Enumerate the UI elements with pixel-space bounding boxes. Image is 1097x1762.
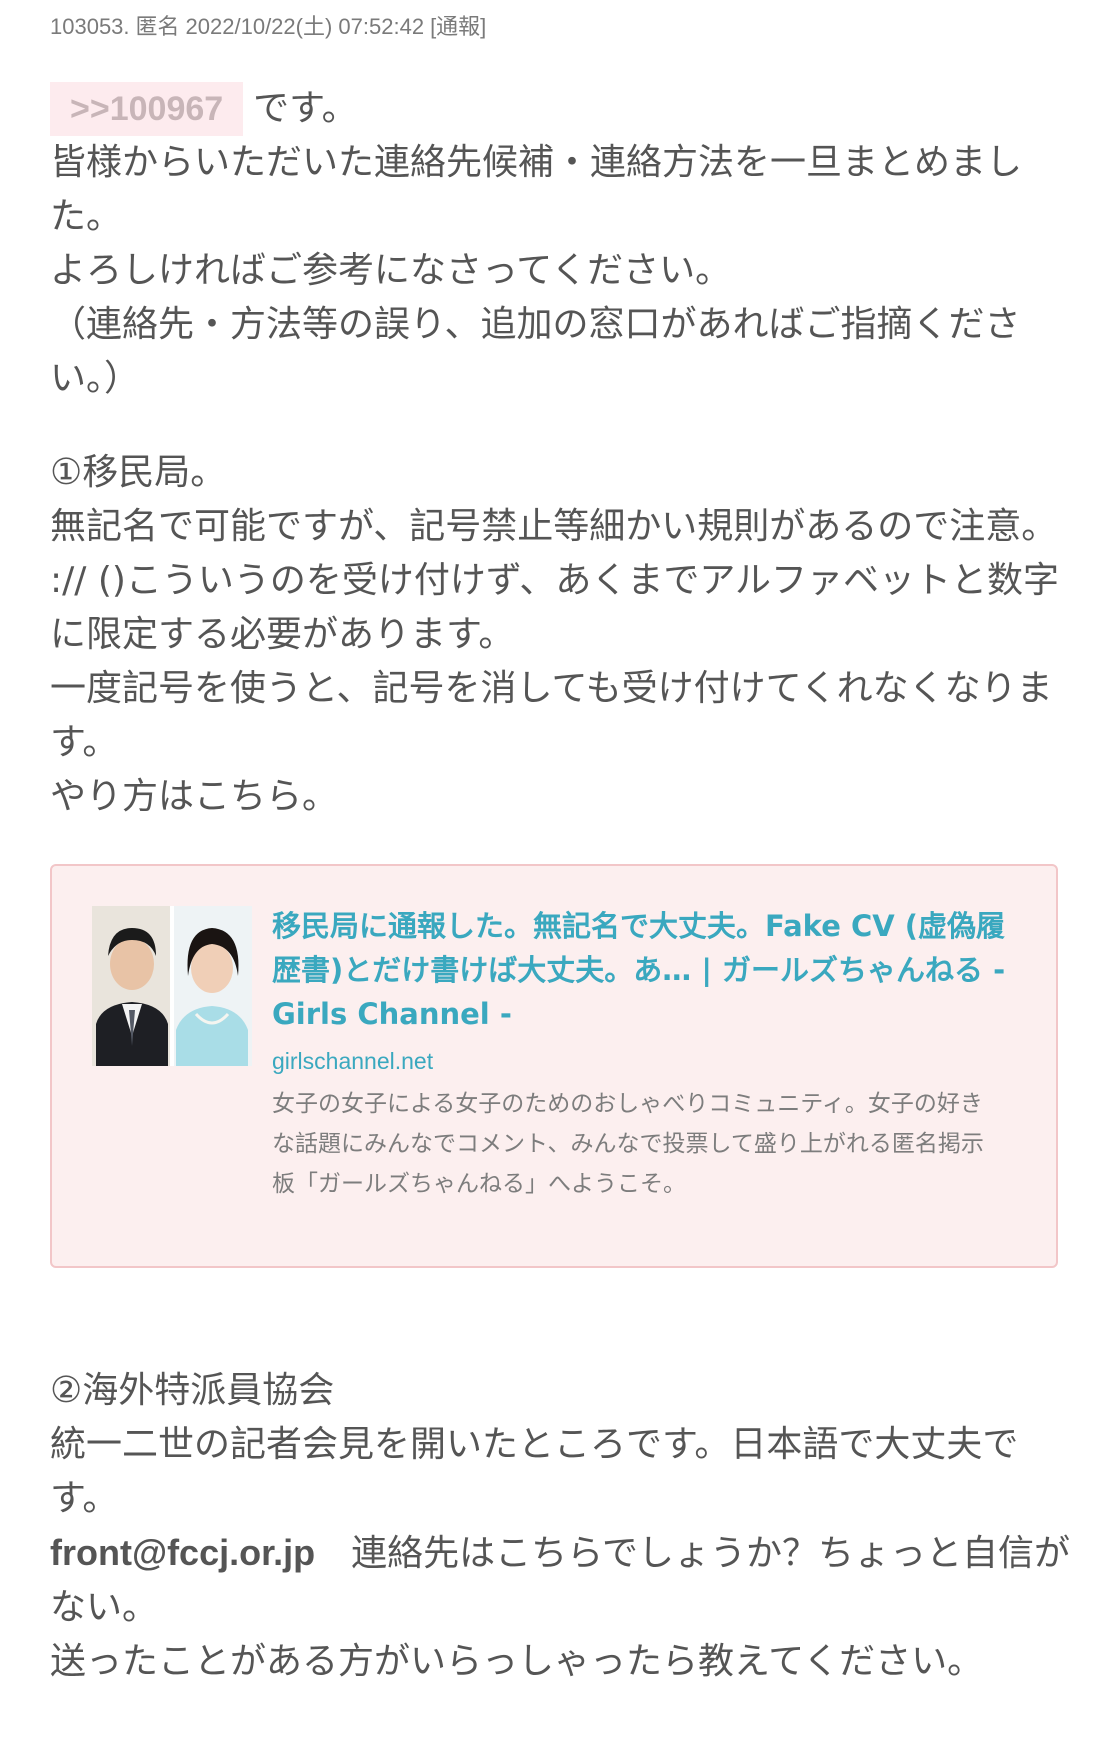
link-preview-domain: girlschannel.net [272, 1048, 434, 1074]
body-text-line: （連絡先・方法等の誤り、追加の窓口があればご指摘くださ [50, 304, 1021, 345]
link-desc-line: 板「ガールズちゃんねる」へようこそ。 [272, 1171, 686, 1197]
post-meta: 103053. 匿名 2022/10/22(土) 07:52:42 [通報] [50, 12, 1060, 42]
body-text-line: 皆様からいただいた連絡先候補・連絡方法を一旦まとめまし [50, 142, 1023, 183]
post-author: 匿名 [135, 14, 180, 39]
photo-thumbnail-icon [92, 906, 252, 1066]
body-text-line: 一度記号を使うと、記号を消しても受け付けてくれなくなりま [50, 668, 1053, 709]
link-preview-title[interactable]: 移民局に通報した。無記名で大丈夫。Fake CV (虚偽履 歴書)とだけ書けば大… [272, 904, 1012, 1036]
link-preview-text: 移民局に通報した。無記名で大丈夫。Fake CV (虚偽履 歴書)とだけ書けば大… [272, 904, 1012, 1204]
body-text-line: す。 [50, 1478, 119, 1519]
post-datetime: 2022/10/22(土) 07:52:42 [185, 14, 425, 39]
link-title-line: Girls Channel - [272, 997, 512, 1031]
post-number: 103053. [50, 14, 130, 39]
body-text-line: ②海外特派員協会 [50, 1370, 335, 1411]
link-desc-line: な話題にみんなでコメント、みんなで投票して盛り上がれる匿名掲示 [272, 1131, 984, 1157]
body-text-line: よろしければご参考になさってください。 [50, 250, 732, 291]
body-text-line: :// ()こういうのを受け付けず、あくまでアルファベットと数字 [50, 560, 1060, 601]
body-text-line: 送ったことがある方がいらっしゃったら教えてください。 [50, 1641, 984, 1682]
link-preview-card[interactable]: 移民局に通報した。無記名で大丈夫。Fake CV (虚偽履 歴書)とだけ書けば大… [50, 864, 1058, 1268]
anchor-line: >>100967 です。 [50, 82, 1060, 136]
body-text-line: た。 [50, 196, 123, 237]
body-text-line: 無記名で可能ですが、記号禁止等細かい規則があるので注意。 [50, 506, 1058, 547]
link-preview-description: 女子の女子による女子のためのおしゃべりコミュニティ。女子の好き な話題にみんなで… [272, 1084, 1012, 1204]
reply-anchor-link[interactable]: >>100967 [50, 82, 244, 136]
body-text-line: ①移民局。 [50, 452, 227, 493]
link-title-line: 歴書)とだけ書けば大丈夫。あ… | ガールズちゃんねる - [272, 953, 1006, 987]
post-body: >>100967 です。 皆様からいただいた連絡先候補・連絡方法を一旦まとめまし … [50, 82, 1070, 1689]
link-desc-line: 女子の女子による女子のためのおしゃべりコミュニティ。女子の好き [272, 1091, 983, 1117]
body-text-line: い。） [50, 358, 141, 399]
body-text-line: やり方はこちら。 [50, 776, 339, 817]
body-text-line: ない。 [50, 1587, 159, 1628]
email-tail-text: 連絡先はこちらでしょうか？ちょっと自信が [315, 1533, 1071, 1574]
report-link[interactable]: [通報] [430, 14, 486, 39]
body-text-line: す。 [50, 722, 119, 763]
anchor-tail-text: です。 [253, 88, 358, 129]
email-address[interactable]: front@fccj.or.jp [50, 1532, 315, 1573]
body-text-line: に限定する必要があります。 [50, 614, 515, 655]
body-text-line: 統一二世の記者会見を開いたところです。日本語で大丈夫で [50, 1424, 1019, 1465]
post: 103053. 匿名 2022/10/22(土) 07:52:42 [通報] >>10… [50, 0, 1070, 1689]
email-line: front@fccj.or.jp 連絡先はこちらでしょうか？ちょっと自信が [50, 1526, 1070, 1581]
link-title-line: 移民局に通報した。無記名で大丈夫。Fake CV (虚偽履 [272, 909, 1006, 943]
